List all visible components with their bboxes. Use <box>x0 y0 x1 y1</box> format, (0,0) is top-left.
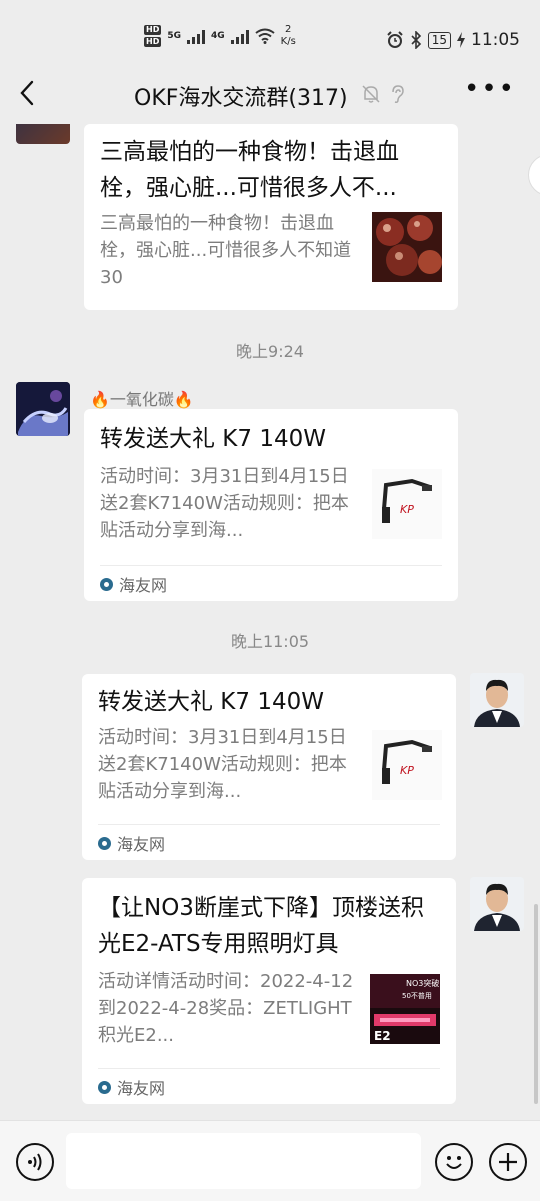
scrollbar[interactable] <box>534 904 538 1104</box>
source-name: 海友网 <box>117 835 166 854</box>
wifi-icon <box>255 28 275 44</box>
source-logo-icon <box>98 1080 111 1094</box>
status-bar: HD HD 5G 4G 2 K/s 15 11:05 <box>0 0 540 62</box>
clock: 11:05 <box>471 30 520 50</box>
avatar[interactable] <box>16 124 70 144</box>
chat-area[interactable]: 三高最怕的一种食物！击退血栓，强心脏...可惜很多人不... 三高最怕的一种食物… <box>0 124 540 1120</box>
avatar[interactable] <box>470 673 524 727</box>
charging-icon <box>457 32 465 48</box>
emoji-icon[interactable] <box>435 1143 473 1181</box>
net-speed-unit: K/s <box>280 36 296 47</box>
divider <box>100 565 442 566</box>
source-logo-icon <box>100 577 113 591</box>
svg-text:E2: E2 <box>374 1029 391 1043</box>
hd-icon: HD HD <box>144 25 162 47</box>
network-status: HD HD 5G 4G 2 K/s <box>144 24 296 48</box>
svg-text:KP: KP <box>400 764 414 777</box>
source-logo-icon <box>98 836 111 850</box>
net-speed-value: 2 <box>285 24 292 35</box>
signal1-icon <box>187 28 205 44</box>
more-dots-icon[interactable]: ••• <box>464 76 516 102</box>
thumb-text-1: NO3突破 <box>406 978 439 988</box>
system-status: 15 11:05 <box>386 30 520 50</box>
card-thumbnail: NO3突破 50不普用 E2 <box>370 974 440 1044</box>
mute-bell-icon <box>362 85 380 103</box>
card-thumbnail: KP <box>372 730 442 800</box>
source-name: 海友网 <box>117 1079 166 1098</box>
thumb-text-2: 50不普用 <box>402 991 432 1000</box>
card-description: 活动详情活动时间：2022-4-12到2022-4-28奖品：ZETLIGHT积… <box>98 971 354 1046</box>
battery-level: 15 <box>427 31 451 49</box>
divider <box>98 1068 440 1069</box>
source-label: 海友网 <box>100 572 167 596</box>
avatar[interactable] <box>470 877 524 931</box>
card-description: 三高最怕的一种食物！击退血栓，强心脏...可惜很多人不知道30 <box>100 213 352 288</box>
svg-text:KP: KP <box>400 503 414 516</box>
article-card[interactable]: 【让NO3断崖式下降】顶楼送积光E2-ATS专用照明灯具 活动详情活动时间：20… <box>82 878 456 1104</box>
source-label: 海友网 <box>98 1075 165 1099</box>
plus-icon[interactable] <box>489 1143 527 1181</box>
voice-icon[interactable] <box>16 1143 54 1181</box>
ear-icon <box>392 85 404 103</box>
divider <box>98 824 440 825</box>
card-title: 转发送大礼 K7 140W <box>100 426 326 452</box>
avatar[interactable] <box>16 382 70 436</box>
card-description: 活动时间：3月31日到4月15日送2套K7140W活动规则：把本贴活动分享到海.… <box>100 466 349 541</box>
network1-label: 5G <box>167 31 181 41</box>
net-speed: 2 K/s <box>281 24 296 48</box>
timestamp: 晚上11:05 <box>230 632 310 651</box>
source-label: 海友网 <box>98 831 165 855</box>
article-card[interactable]: 转发送大礼 K7 140W 活动时间：3月31日到4月15日送2套K7140W活… <box>82 674 456 860</box>
signal2-icon <box>230 28 249 44</box>
network2-label: 4G <box>211 31 225 41</box>
message-input[interactable] <box>66 1133 421 1189</box>
article-card[interactable]: 三高最怕的一种食物！击退血栓，强心脏...可惜很多人不... 三高最怕的一种食物… <box>84 124 458 310</box>
card-description: 活动时间：3月31日到4月15日送2套K7140W活动规则：把本贴活动分享到海.… <box>98 727 347 802</box>
card-title: 三高最怕的一种食物！击退血栓，强心脏...可惜很多人不... <box>100 139 399 201</box>
input-bar <box>0 1120 540 1201</box>
card-thumbnail: KP <box>372 469 442 539</box>
chat-header: OKF海水交流群(317) ••• <box>0 62 540 124</box>
article-card[interactable]: 转发送大礼 K7 140W 活动时间：3月31日到4月15日送2套K7140W活… <box>84 409 458 601</box>
source-name: 海友网 <box>119 576 168 595</box>
alarm-icon <box>387 31 403 48</box>
timestamp: 晚上9:24 <box>236 342 304 361</box>
bluetooth-icon <box>411 31 421 49</box>
sender-name: 🔥一氧化碳🔥 <box>90 390 194 409</box>
card-title: 【让NO3断崖式下降】顶楼送积光E2-ATS专用照明灯具 <box>98 895 424 957</box>
card-title: 转发送大礼 K7 140W <box>98 689 324 715</box>
floating-button[interactable] <box>528 154 540 196</box>
card-thumbnail <box>372 212 442 282</box>
back-arrow-icon[interactable] <box>14 76 44 110</box>
chat-title[interactable]: OKF海水交流群(317) <box>134 80 348 112</box>
